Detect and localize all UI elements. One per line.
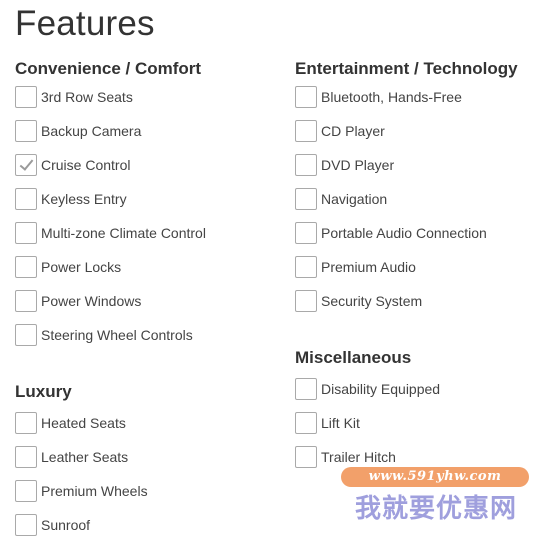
feature-option-lift-kit[interactable]: Lift Kit [295,406,440,440]
convenience-comfort-list: 3rd Row Seats Backup Camera Cruise Control… [15,80,206,352]
feature-option-portable-audio-connection[interactable]: Portable Audio Connection [295,216,518,250]
feature-label-backup-camera[interactable]: Backup Camera [41,123,141,139]
feature-option-bluetooth-hands-free[interactable]: Bluetooth, Hands-Free [295,80,518,114]
luxury-list: Heated Seats Leather Seats Premium Wheels S… [15,406,148,542]
checkbox-lift-kit[interactable] [295,412,317,434]
page-title: Features [15,4,155,43]
feature-label-sunroof[interactable]: Sunroof [41,517,90,533]
feature-option-cd-player[interactable]: CD Player [295,114,518,148]
checkbox-portable-audio-connection[interactable] [295,222,317,244]
miscellaneous-heading: Miscellaneous [295,348,412,367]
feature-option-power-windows[interactable]: Power Windows [15,284,206,318]
feature-option-backup-camera[interactable]: Backup Camera [15,114,206,148]
luxury-heading: Luxury [15,382,72,401]
feature-option-leather-seats[interactable]: Leather Seats [15,440,148,474]
miscellaneous-group: Miscellaneous Disability Equipped Lift Ki… [295,348,440,474]
watermark-text: 我就要优惠网 [354,494,517,524]
feature-option-sunroof[interactable]: Sunroof [15,508,148,542]
feature-label-power-locks[interactable]: Power Locks [41,259,121,275]
feature-option-steering-wheel-controls[interactable]: Steering Wheel Controls [15,318,206,352]
feature-label-cruise-control[interactable]: Cruise Control [41,157,130,173]
checkbox-power-locks[interactable] [15,256,37,278]
feature-label-disability-equipped[interactable]: Disability Equipped [321,381,440,397]
luxury-group: Luxury Heated Seats Leather Seats Premium … [15,382,148,542]
feature-option-dvd-player[interactable]: DVD Player [295,148,518,182]
feature-option-cruise-control[interactable]: Cruise Control [15,148,206,182]
feature-label-heated-seats[interactable]: Heated Seats [41,415,126,431]
miscellaneous-list: Disability Equipped Lift Kit Trailer Hitch [295,372,440,474]
feature-option-premium-audio[interactable]: Premium Audio [295,250,518,284]
convenience-comfort-heading: Convenience / Comfort [15,59,202,78]
feature-option-multi-zone-climate-control[interactable]: Multi-zone Climate Control [15,216,206,250]
entertainment-technology-list: Bluetooth, Hands-Free CD Player DVD Player… [295,80,518,318]
checkbox-keyless-entry[interactable] [15,188,37,210]
feature-label-trailer-hitch[interactable]: Trailer Hitch [321,449,396,465]
feature-label-multi-zone-climate-control[interactable]: Multi-zone Climate Control [41,225,206,241]
checkbox-trailer-hitch[interactable] [295,446,317,468]
feature-option-navigation[interactable]: Navigation [295,182,518,216]
convenience-comfort-group: Convenience / Comfort 3rd Row Seats Backu… [15,59,206,352]
feature-label-bluetooth-hands-free[interactable]: Bluetooth, Hands-Free [321,89,462,105]
feature-option-keyless-entry[interactable]: Keyless Entry [15,182,206,216]
feature-label-navigation[interactable]: Navigation [321,191,387,207]
feature-label-portable-audio-connection[interactable]: Portable Audio Connection [321,225,487,241]
checkbox-power-windows[interactable] [15,290,37,312]
checkbox-3rd-row-seats[interactable] [15,86,37,108]
feature-label-keyless-entry[interactable]: Keyless Entry [41,191,127,207]
feature-option-premium-wheels[interactable]: Premium Wheels [15,474,148,508]
watermark-url: www.591yhw.com [341,467,529,487]
checkbox-steering-wheel-controls[interactable] [15,324,37,346]
checkbox-cd-player[interactable] [295,120,317,142]
feature-label-lift-kit[interactable]: Lift Kit [321,415,360,431]
feature-option-power-locks[interactable]: Power Locks [15,250,206,284]
entertainment-technology-group: Entertainment / Technology Bluetooth, Ha… [295,59,518,318]
feature-label-premium-wheels[interactable]: Premium Wheels [41,483,148,499]
checkbox-cruise-control[interactable] [15,154,37,176]
checkbox-leather-seats[interactable] [15,446,37,468]
feature-option-heated-seats[interactable]: Heated Seats [15,406,148,440]
feature-option-security-system[interactable]: Security System [295,284,518,318]
feature-label-cd-player[interactable]: CD Player [321,123,385,139]
feature-label-security-system[interactable]: Security System [321,293,422,309]
feature-option-disability-equipped[interactable]: Disability Equipped [295,372,440,406]
feature-label-3rd-row-seats[interactable]: 3rd Row Seats [41,89,133,105]
checkbox-dvd-player[interactable] [295,154,317,176]
site-watermark: www.591yhw.com 我就要优惠网 [331,464,541,530]
checkbox-heated-seats[interactable] [15,412,37,434]
feature-label-dvd-player[interactable]: DVD Player [321,157,394,173]
checkbox-sunroof[interactable] [15,514,37,536]
checkbox-security-system[interactable] [295,290,317,312]
feature-label-leather-seats[interactable]: Leather Seats [41,449,128,465]
checkbox-navigation[interactable] [295,188,317,210]
entertainment-technology-heading: Entertainment / Technology [295,59,518,78]
checkbox-bluetooth-hands-free[interactable] [295,86,317,108]
checkbox-premium-wheels[interactable] [15,480,37,502]
checkbox-multi-zone-climate-control[interactable] [15,222,37,244]
feature-label-premium-audio[interactable]: Premium Audio [321,259,416,275]
feature-label-steering-wheel-controls[interactable]: Steering Wheel Controls [41,327,193,343]
checkbox-backup-camera[interactable] [15,120,37,142]
feature-option-3rd-row-seats[interactable]: 3rd Row Seats [15,80,206,114]
feature-label-power-windows[interactable]: Power Windows [41,293,141,309]
checkbox-disability-equipped[interactable] [295,378,317,400]
checkbox-premium-audio[interactable] [295,256,317,278]
